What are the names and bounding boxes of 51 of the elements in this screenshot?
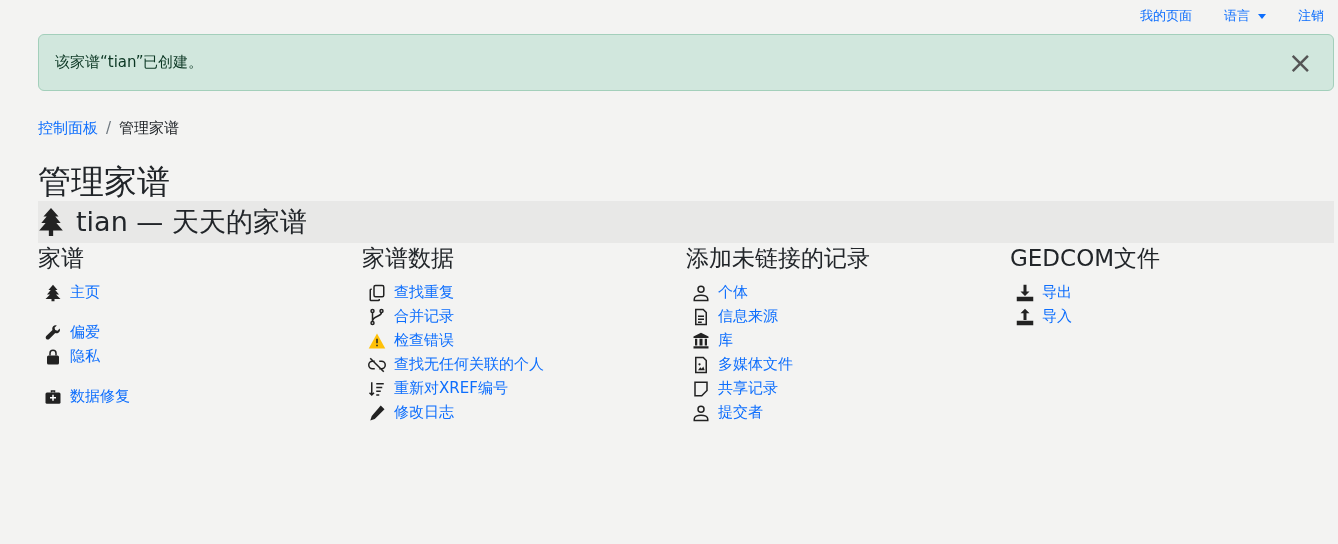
image-file-icon [692, 355, 710, 374]
section-heading: 添加未链接的记录 [686, 245, 871, 273]
menu-link[interactable]: 主页 [70, 281, 100, 304]
page-title: 管理家谱 [38, 161, 171, 202]
menu-link[interactable]: 导入 [1042, 305, 1072, 328]
tree-icon [44, 283, 62, 302]
nav-link[interactable]: 注销 [1298, 6, 1324, 34]
wrench-icon [44, 323, 62, 342]
tree-icon [38, 208, 64, 237]
menu-link[interactable]: 检查错误 [394, 329, 454, 352]
menu-link[interactable]: 查找重复 [394, 281, 454, 304]
nav-link[interactable]: 我的页面 [1140, 6, 1192, 34]
menu-link[interactable]: 提交者 [718, 401, 763, 424]
pencil-icon [368, 403, 386, 422]
bank-icon [692, 331, 710, 350]
breadcrumb-link[interactable]: 控制面板 [38, 117, 98, 140]
document-icon [692, 307, 710, 326]
menu-link[interactable]: 导出 [1042, 281, 1072, 304]
menu-link[interactable]: 库 [718, 329, 733, 352]
unlink-icon [368, 355, 386, 374]
person-icon [692, 403, 710, 422]
medkit-icon [44, 387, 62, 406]
breadcrumb-separator: / [106, 118, 112, 139]
section-heading: 家谱 [38, 245, 85, 273]
section-heading: GEDCOM文件 [1010, 245, 1162, 273]
menu-link[interactable]: 隐私 [70, 345, 100, 368]
sort-icon [368, 379, 386, 398]
upload-icon [1016, 307, 1034, 326]
branch-icon [368, 307, 386, 326]
alert-message: 该家谱“tian”已创建。 [55, 52, 204, 74]
lock-icon [44, 347, 62, 366]
section-heading: 家谱数据 [362, 245, 455, 273]
download-icon [1016, 283, 1034, 302]
menu-link[interactable]: 重新对XREF编号 [394, 377, 508, 400]
menu-link[interactable]: 偏爱 [70, 321, 100, 344]
language-dropdown[interactable]: 语言 [1224, 6, 1266, 34]
tree-title: tian — 天天的家谱 [76, 204, 307, 239]
menu-link[interactable]: 个体 [718, 281, 748, 304]
menu-link[interactable]: 查找无任何关联的个人 [394, 353, 544, 376]
close-button[interactable]: × [1283, 47, 1317, 78]
breadcrumb-current: 管理家谱 [119, 118, 180, 139]
menu-link[interactable]: 共享记录 [718, 377, 778, 400]
menu-link[interactable]: 合并记录 [394, 305, 454, 328]
menu-link[interactable]: 信息来源 [718, 305, 778, 328]
menu-link[interactable]: 多媒体文件 [718, 353, 793, 376]
person-icon [692, 283, 710, 302]
copy-icon [368, 283, 386, 302]
note-icon [692, 379, 710, 398]
menu-link[interactable]: 数据修复 [70, 385, 130, 408]
warning-icon [368, 331, 386, 350]
menu-link[interactable]: 修改日志 [394, 401, 454, 424]
